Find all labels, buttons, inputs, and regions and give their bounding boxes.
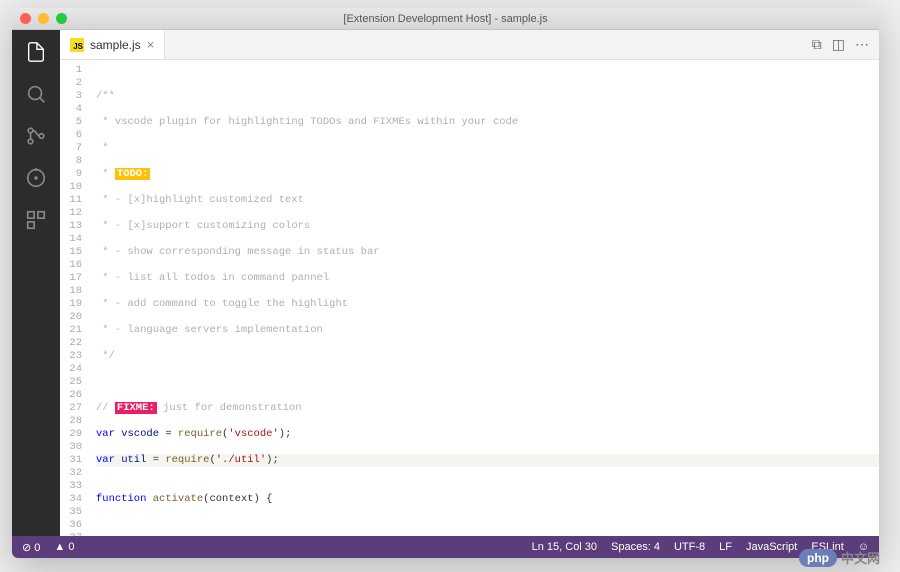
line-number: 1 — [60, 64, 82, 77]
tab-actions: ⧉ ◫ ⋯ — [802, 30, 879, 59]
traffic-lights — [20, 13, 67, 24]
active-line: var util = require('./util'); — [96, 454, 879, 467]
titlebar[interactable]: [Extension Development Host] - sample.js — [12, 8, 879, 30]
line-number: 20 — [60, 311, 82, 324]
code-line: * - add command to toggle the highlight — [96, 298, 348, 310]
line-number: 31 — [60, 454, 82, 467]
line-number: 14 — [60, 233, 82, 246]
source-control-icon[interactable] — [24, 124, 48, 148]
line-number: 21 — [60, 324, 82, 337]
line-number: 12 — [60, 207, 82, 220]
code-line: * - [x]support customizing colors — [96, 220, 310, 232]
line-gutter: 1234567891011121314151617181920212223242… — [60, 60, 90, 536]
fixme-highlight: FIXME: — [115, 402, 157, 414]
editor-window: [Extension Development Host] - sample.js… — [12, 8, 879, 558]
zoom-icon[interactable] — [56, 13, 67, 24]
close-icon[interactable] — [20, 13, 31, 24]
line-number: 17 — [60, 272, 82, 285]
line-number: 32 — [60, 467, 82, 480]
line-number: 5 — [60, 116, 82, 129]
line-number: 35 — [60, 506, 82, 519]
line-number: 11 — [60, 194, 82, 207]
status-encoding[interactable]: UTF-8 — [674, 541, 705, 553]
js-file-icon: JS — [70, 38, 84, 52]
status-eol[interactable]: LF — [719, 541, 732, 553]
line-number: 6 — [60, 129, 82, 142]
extensions-icon[interactable] — [24, 208, 48, 232]
more-icon[interactable]: ⋯ — [855, 36, 869, 53]
code-editor[interactable]: 1234567891011121314151617181920212223242… — [60, 60, 879, 536]
line-number: 30 — [60, 441, 82, 454]
code-line: * vscode plugin for highlighting TODOs a… — [96, 116, 518, 128]
line-number: 16 — [60, 259, 82, 272]
tab-bar: JS sample.js × ⧉ ◫ ⋯ — [60, 30, 879, 60]
code-line: /** — [96, 90, 115, 102]
window-body: JS sample.js × ⧉ ◫ ⋯ 1234567891011121314… — [12, 30, 879, 536]
activity-bar — [12, 30, 60, 536]
window-title: [Extension Development Host] - sample.js — [12, 13, 879, 25]
line-number: 3 — [60, 90, 82, 103]
line-number: 7 — [60, 142, 82, 155]
line-number: 2 — [60, 77, 82, 90]
tab-label: sample.js — [90, 38, 141, 52]
line-number: 27 — [60, 402, 82, 415]
close-icon[interactable]: × — [147, 37, 155, 52]
line-number: 25 — [60, 376, 82, 389]
line-number: 4 — [60, 103, 82, 116]
compare-icon[interactable]: ⧉ — [812, 36, 822, 53]
watermark-text: 中文网 — [841, 548, 880, 567]
php-icon: php — [799, 549, 837, 567]
line-number: 18 — [60, 285, 82, 298]
tab-sample-js[interactable]: JS sample.js × — [60, 30, 165, 59]
watermark-logo: php 中文网 — [799, 548, 880, 567]
line-number: 8 — [60, 155, 82, 168]
debug-icon[interactable] — [24, 166, 48, 190]
split-icon[interactable]: ◫ — [832, 36, 845, 53]
code-line: * - language servers implementation — [96, 324, 323, 336]
line-number: 36 — [60, 519, 82, 532]
line-number: 9 — [60, 168, 82, 181]
line-number: 10 — [60, 181, 82, 194]
line-number: 22 — [60, 337, 82, 350]
code-area[interactable]: /** * vscode plugin for highlighting TOD… — [90, 60, 879, 536]
line-number: 28 — [60, 415, 82, 428]
code-line: * — [96, 142, 109, 154]
line-number: 15 — [60, 246, 82, 259]
status-language[interactable]: JavaScript — [746, 541, 797, 553]
line-number: 26 — [60, 389, 82, 402]
line-number: 13 — [60, 220, 82, 233]
line-number: 34 — [60, 493, 82, 506]
editor-main: JS sample.js × ⧉ ◫ ⋯ 1234567891011121314… — [60, 30, 879, 536]
todo-highlight: TODO: — [115, 168, 151, 180]
code-line: * - show corresponding message in status… — [96, 246, 380, 258]
status-bar: ⊘ 0 ▲ 0 Ln 15, Col 30 Spaces: 4 UTF-8 LF… — [12, 536, 879, 558]
search-icon[interactable] — [24, 82, 48, 106]
line-number: 33 — [60, 480, 82, 493]
code-line: */ — [96, 350, 115, 362]
status-warnings[interactable]: ▲ 0 — [54, 541, 74, 553]
status-errors[interactable]: ⊘ 0 — [22, 541, 40, 554]
minimize-icon[interactable] — [38, 13, 49, 24]
status-indent[interactable]: Spaces: 4 — [611, 541, 660, 553]
code-line: * - [x]highlight customized text — [96, 194, 304, 206]
status-cursor-pos[interactable]: Ln 15, Col 30 — [532, 541, 597, 553]
explorer-icon[interactable] — [24, 40, 48, 64]
code-line: * - list all todos in command pannel — [96, 272, 329, 284]
line-number: 19 — [60, 298, 82, 311]
line-number: 23 — [60, 350, 82, 363]
line-number: 24 — [60, 363, 82, 376]
line-number: 29 — [60, 428, 82, 441]
